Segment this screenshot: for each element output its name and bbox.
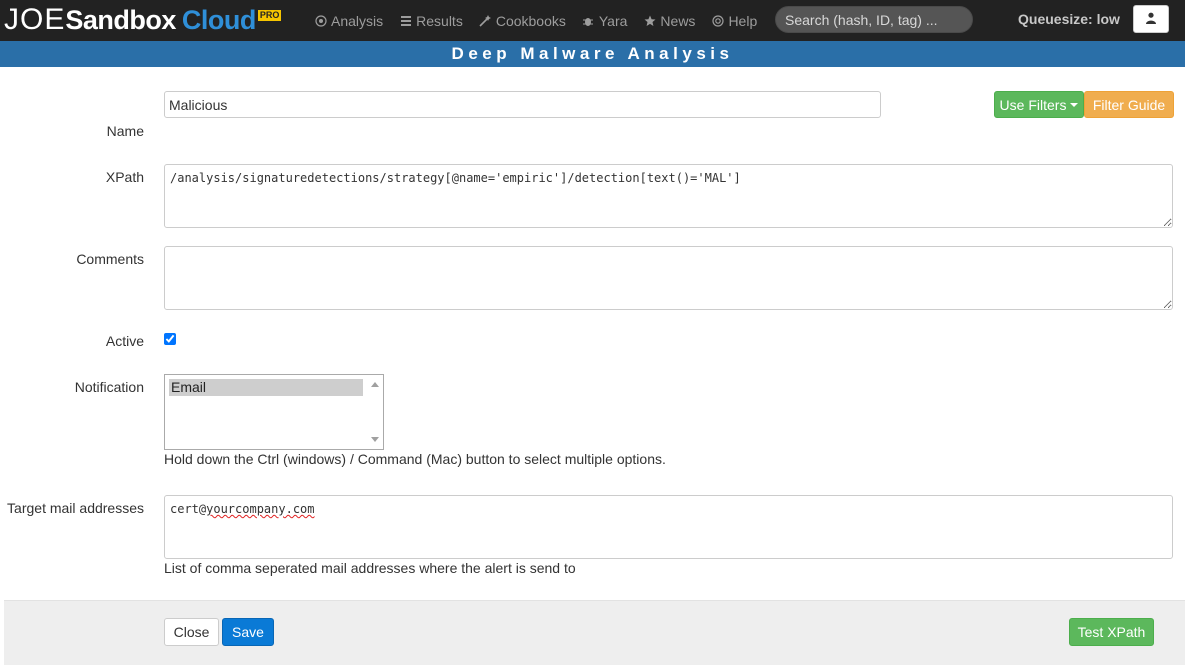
- user-menu-button[interactable]: [1133, 5, 1169, 33]
- user-icon: [1145, 11, 1157, 27]
- brand-logo[interactable]: JOE Sandbox Cloud PRO: [4, 2, 282, 38]
- nav-yara[interactable]: Yara: [582, 12, 628, 29]
- target-mail-help: List of comma seperated mail addresses w…: [164, 560, 576, 576]
- save-button[interactable]: Save: [222, 618, 274, 646]
- nav-links: Analysis Results Cookbooks Yara News Hel…: [314, 0, 773, 41]
- target-mail-textarea[interactable]: cert@yourcompany.com: [164, 495, 1173, 559]
- name-input[interactable]: [164, 91, 881, 118]
- comments-textarea[interactable]: [164, 246, 1173, 310]
- lifebuoy-icon: [711, 14, 724, 27]
- star-icon: [643, 14, 656, 27]
- brand-cloud: Cloud: [181, 5, 256, 35]
- banner-title: Deep Malware Analysis: [451, 44, 734, 63]
- target-mail-prefix: cert@: [170, 502, 207, 516]
- use-filters-label: Use Filters: [999, 96, 1067, 113]
- nav-news-label: News: [660, 12, 696, 29]
- list-icon: [399, 14, 412, 27]
- nav-yara-label: Yara: [598, 12, 628, 29]
- brand-joe: JOE: [4, 3, 66, 36]
- nav-analysis[interactable]: Analysis: [314, 13, 383, 29]
- notification-select[interactable]: Email: [164, 374, 384, 450]
- use-filters-button[interactable]: Use Filters: [994, 91, 1084, 118]
- brand-sandbox: Sandbox: [65, 5, 176, 35]
- caret-down-icon: [1070, 102, 1079, 107]
- scroll-up-icon[interactable]: [371, 382, 379, 387]
- xpath-textarea[interactable]: /analysis/signaturedetections/strategy[@…: [164, 164, 1173, 228]
- nav-analysis-label: Analysis: [331, 12, 384, 29]
- nav-help[interactable]: Help: [711, 13, 757, 29]
- nav-help-label: Help: [728, 12, 758, 29]
- notification-label: Notification: [74, 379, 144, 395]
- queuesize-status: Queuesize: low: [1018, 11, 1120, 27]
- notification-help: Hold down the Ctrl (windows) / Command (…: [164, 451, 666, 467]
- scroll-down-icon[interactable]: [371, 437, 379, 442]
- nav-results[interactable]: Results: [399, 13, 463, 29]
- pro-badge: PRO: [257, 10, 282, 21]
- test-xpath-button[interactable]: Test XPath: [1069, 618, 1154, 646]
- wand-icon: [479, 14, 492, 27]
- target-mail-label: Target mail addresses: [7, 500, 144, 516]
- filter-guide-button[interactable]: Filter Guide: [1084, 91, 1174, 118]
- nav-cookbooks-label: Cookbooks: [495, 12, 566, 29]
- close-button[interactable]: Close: [164, 618, 219, 646]
- xpath-label: XPath: [105, 169, 144, 185]
- search-input[interactable]: [775, 6, 973, 33]
- save-button-label: Save: [232, 624, 264, 640]
- nav-news[interactable]: News: [643, 13, 695, 29]
- bug-icon: [582, 14, 595, 27]
- nav-results-label: Results: [416, 12, 463, 29]
- page-banner: Deep Malware Analysis: [0, 41, 1185, 67]
- comments-label: Comments: [76, 251, 144, 267]
- nav-cookbooks[interactable]: Cookbooks: [479, 13, 566, 29]
- close-button-label: Close: [173, 624, 210, 640]
- active-checkbox[interactable]: [164, 333, 176, 345]
- top-navbar: JOE Sandbox Cloud PRO Analysis Results C…: [0, 0, 1185, 41]
- name-label: Name: [106, 123, 144, 139]
- active-label: Active: [105, 333, 144, 349]
- notification-option-email[interactable]: Email: [169, 379, 363, 396]
- filter-guide-label: Filter Guide: [1092, 96, 1166, 113]
- test-xpath-label: Test XPath: [1077, 624, 1146, 640]
- target-mail-domain: yourcompany.com: [206, 502, 315, 516]
- target-icon: [314, 14, 327, 27]
